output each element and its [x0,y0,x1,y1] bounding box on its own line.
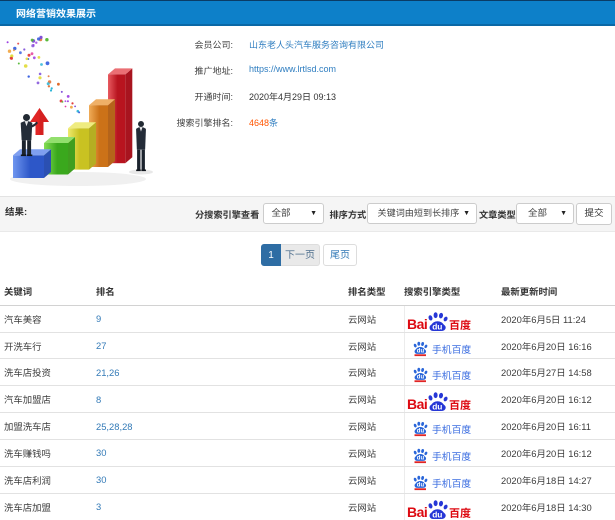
svg-text:Bai: Bai [407,316,427,332]
svg-text:Bai: Bai [407,504,427,520]
svg-text:Bai: Bai [407,396,427,412]
svg-text:du: du [432,402,442,412]
svg-text:du: du [417,375,425,381]
svg-text:du: du [417,456,425,462]
svg-text:du: du [417,348,425,354]
svg-text:手机百度: 手机百度 [432,476,471,490]
svg-text:du: du [432,509,442,519]
svg-text:du: du [432,321,442,331]
svg-text:百度: 百度 [449,317,471,332]
svg-text:手机百度: 手机百度 [432,341,471,355]
svg-text:手机百度: 手机百度 [432,449,471,463]
svg-text:du: du [417,482,425,488]
svg-text:手机百度: 手机百度 [432,422,471,436]
svg-text:百度: 百度 [449,505,471,520]
svg-text:百度: 百度 [449,397,471,412]
svg-text:手机百度: 手机百度 [432,368,471,382]
svg-text:du: du [417,429,425,435]
